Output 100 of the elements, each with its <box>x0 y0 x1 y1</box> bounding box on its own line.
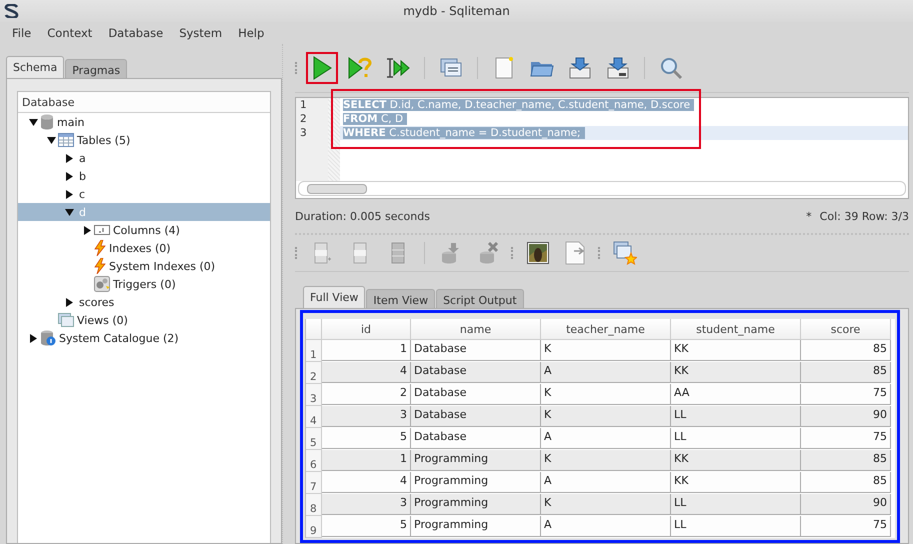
tree-item[interactable]: System Indexes (0) <box>18 257 270 275</box>
row-number[interactable]: 4 <box>306 406 322 428</box>
table-cell: LL <box>671 516 801 537</box>
menu-item[interactable]: Database <box>100 26 172 40</box>
row-number[interactable]: 1 <box>306 340 322 362</box>
row-number[interactable]: 6 <box>306 450 322 472</box>
tab[interactable]: Script Output <box>436 289 524 308</box>
tree-item[interactable]: Indexes (0) <box>18 239 270 257</box>
expand-arrow-icon[interactable] <box>64 298 74 306</box>
table-cell: 85 <box>801 450 891 471</box>
column-header[interactable]: id <box>322 319 411 340</box>
text-cursor-play-icon <box>385 58 411 78</box>
tree-item[interactable]: Views (0) <box>18 311 270 329</box>
database-icon <box>40 114 54 130</box>
tab[interactable]: Schema <box>6 56 64 78</box>
menu-item[interactable]: Help <box>230 26 272 40</box>
status-message: Duration: 0.005 seconds <box>295 210 430 222</box>
column-header[interactable]: teacher_name <box>541 319 671 340</box>
rows-icon <box>353 242 367 264</box>
table-cell: 2 <box>322 384 411 405</box>
expand-arrow-icon[interactable] <box>28 334 38 342</box>
run-button[interactable] <box>306 52 338 84</box>
table-cell: Programming <box>411 516 541 537</box>
lightning-icon <box>94 258 106 274</box>
table-cell: 90 <box>801 494 891 515</box>
tab[interactable]: Item View <box>366 289 436 308</box>
tree-item[interactable]: a <box>18 149 270 167</box>
database-arrow-icon <box>441 242 461 264</box>
play-question-icon <box>348 56 372 80</box>
view-icon <box>58 313 74 327</box>
play-icon <box>311 56 333 80</box>
corner-header <box>306 319 322 340</box>
sql-editor[interactable]: 1 2 3 SELECT D.id, C.name, D.teacher_name, C.student_name, D.score FROM C, D WHERE C.student_name = D.student_name; <box>295 97 909 199</box>
horizontal-scrollbar[interactable] <box>298 181 906 196</box>
table-cell: 75 <box>801 428 891 449</box>
table-cell: Programming <box>411 450 541 471</box>
column-header[interactable]: student_name <box>671 319 801 340</box>
table-cell: 75 <box>801 384 891 405</box>
expand-arrow-icon[interactable] <box>64 172 74 180</box>
table-cell: 4 <box>322 362 411 383</box>
sql-code: FROM C, D <box>343 113 408 125</box>
tab[interactable]: Pragmas <box>65 59 128 78</box>
table-cell: 4 <box>322 472 411 493</box>
table-cell: KK <box>671 472 801 493</box>
column-header[interactable]: score <box>801 319 891 340</box>
table-icon <box>58 133 74 147</box>
window-star-icon <box>613 241 637 265</box>
table-cell: Programming <box>411 494 541 515</box>
app-logo-icon <box>4 4 20 18</box>
tree-item[interactable]: main <box>18 113 270 131</box>
tree-item[interactable]: scores <box>18 293 270 311</box>
table-cell: K <box>541 340 671 361</box>
sql-code: WHERE C.student_name = D.student_name; <box>343 127 585 139</box>
gears-icon <box>94 276 110 292</box>
table-cell: 85 <box>801 362 891 383</box>
menu-item[interactable]: System <box>171 26 230 40</box>
row-number[interactable]: 5 <box>306 428 322 450</box>
menu-item[interactable]: Context <box>39 26 100 40</box>
row-number[interactable]: 8 <box>306 494 322 516</box>
row-number[interactable]: 3 <box>306 384 322 406</box>
table-cell: 85 <box>801 340 891 361</box>
tree-item[interactable]: Triggers (0) <box>18 275 270 293</box>
row-number[interactable]: 7 <box>306 472 322 494</box>
column-header[interactable]: name <box>411 319 541 340</box>
tree-item[interactable]: b <box>18 167 270 185</box>
tree-item[interactable]: Tables (5) <box>18 131 270 149</box>
collapse-arrow-icon[interactable] <box>46 136 56 144</box>
expand-arrow-icon[interactable] <box>82 226 92 234</box>
table-cell: LL <box>671 428 801 449</box>
table-cell: Database <box>411 362 541 383</box>
table-cell: LL <box>671 406 801 427</box>
tree-item[interactable]: c <box>18 185 270 203</box>
table-cell: K <box>541 406 671 427</box>
tree-item[interactable]: Columns (4) <box>18 221 270 239</box>
table-cell: 85 <box>801 472 891 493</box>
tab[interactable]: Full View <box>303 286 366 308</box>
rows-icon <box>391 242 405 264</box>
column-icon <box>94 225 110 235</box>
table-cell: AA <box>671 384 801 405</box>
table-cell: Database <box>411 384 541 405</box>
drive-download-icon <box>568 56 592 80</box>
expand-arrow-icon[interactable] <box>64 154 74 162</box>
table-cell: A <box>541 472 671 493</box>
table-cell: Programming <box>411 472 541 493</box>
table-cell: K <box>541 494 671 515</box>
row-number[interactable]: 2 <box>306 362 322 384</box>
expand-arrow-icon[interactable] <box>64 190 74 198</box>
collapse-arrow-icon[interactable] <box>64 208 74 216</box>
rows-plus-icon <box>313 242 331 264</box>
table-cell: LL <box>671 494 801 515</box>
menu-item[interactable]: File <box>4 26 40 40</box>
row-number[interactable]: 9 <box>306 516 322 538</box>
table-cell: A <box>541 362 671 383</box>
table-cell: 1 <box>322 450 411 471</box>
table-cell: 3 <box>322 494 411 515</box>
windows-icon <box>440 58 462 78</box>
table-cell: 3 <box>322 406 411 427</box>
collapse-arrow-icon[interactable] <box>28 118 38 126</box>
tree-item[interactable]: System Catalogue (2) <box>18 329 270 347</box>
window-title: mydb - Sqliteman <box>402 4 511 18</box>
